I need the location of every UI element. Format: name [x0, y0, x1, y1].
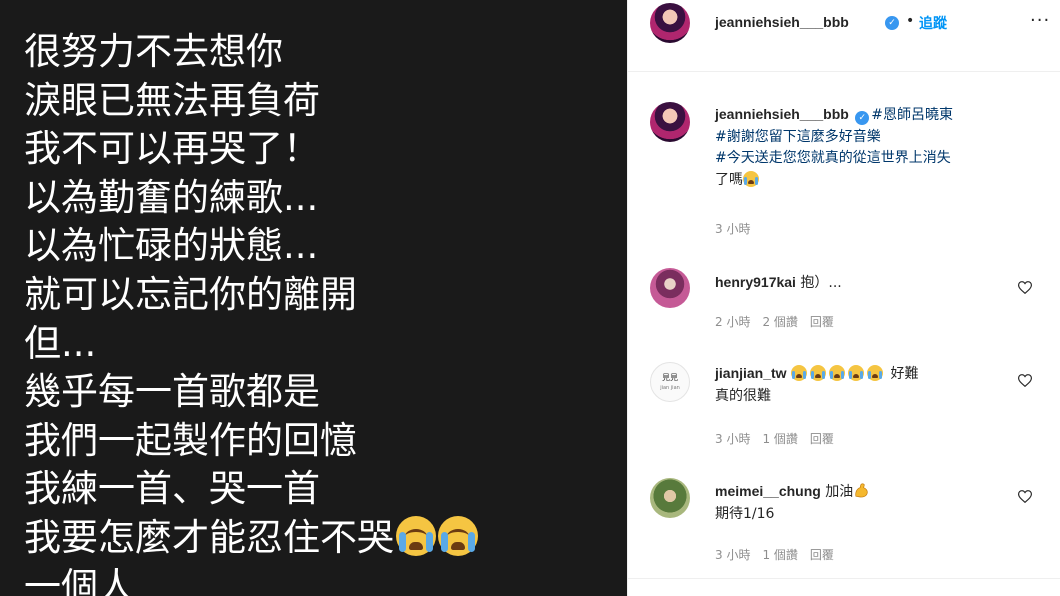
comment-body: jianjian_tw 好難 真的很難 [715, 363, 1005, 407]
heart-icon[interactable] [1018, 281, 1032, 294]
author-avatar[interactable] [650, 3, 690, 43]
comment-username[interactable]: henry917kai [715, 274, 796, 290]
action-bar-divider [628, 578, 1060, 579]
verified-badge-icon: ✓ [855, 111, 870, 125]
story-line: 我們一起製作的回憶 [24, 418, 357, 462]
story-text: 很努力不去想你 淚眼已無法再負荷 我不可以再哭了！ 以為勤奮的練歌... 以為忙… [24, 28, 478, 596]
story-line: 但... [24, 321, 97, 365]
comment-likes[interactable]: 1 個讚 [762, 548, 797, 562]
comment-text: 抱）... [800, 275, 842, 291]
comment-username[interactable]: jianjian_tw [715, 365, 787, 381]
story-line: 淚眼已無法再負荷 [24, 78, 320, 122]
comment-meta: 2 小時 2 個讚 回覆 [715, 313, 846, 330]
hashtag-link[interactable]: #謝謝您留下這麼多好音樂 [715, 129, 881, 145]
hashtag-link[interactable]: #今天送走您您就真的從這世界上消失 [715, 150, 951, 166]
comment-time[interactable]: 2 小時 [715, 315, 750, 329]
header-username[interactable]: jeanniehsieh___bbb [715, 14, 849, 30]
caption-username[interactable]: jeanniehsieh___bbb [715, 106, 849, 122]
heart-icon[interactable] [1018, 374, 1032, 387]
commenter-avatar[interactable] [650, 478, 690, 518]
story-line: 以為勤奮的練歌... [24, 175, 319, 219]
caption-text-tail: 了嗎 [715, 171, 743, 188]
loudly-crying-face-icon [829, 365, 846, 381]
loudly-crying-face-icon [438, 515, 478, 556]
comment-text: 好難 [890, 366, 919, 382]
story-line: 就可以忘記你的離開 [24, 272, 357, 316]
reply-button[interactable]: 回覆 [810, 432, 834, 446]
caption-avatar[interactable] [650, 102, 690, 142]
loudly-crying-face-icon [848, 365, 865, 381]
caption-time: 3 小時 [715, 220, 762, 237]
post-image: 很努力不去想你 淚眼已無法再負荷 我不可以再哭了！ 以為勤奮的練歌... 以為忙… [0, 0, 627, 596]
caption-timestamp[interactable]: 3 小時 [715, 222, 750, 236]
heart-icon[interactable] [1018, 490, 1032, 503]
story-line: 我要怎麼才能忍住不哭 [24, 515, 394, 559]
story-line: 我練一首、哭一首 [24, 467, 320, 511]
hashtag-link[interactable]: #恩師呂曉東 [871, 107, 953, 123]
post-header: jeanniehsieh___bbb ✓ • 追蹤 ··· [628, 0, 1060, 72]
separator-dot: • [906, 13, 915, 29]
comment-text: 期待1/16 [715, 505, 775, 522]
comment-likes[interactable]: 1 個讚 [762, 432, 797, 446]
verified-badge-icon: ✓ [885, 16, 899, 30]
comment-time[interactable]: 3 小時 [715, 548, 750, 562]
reply-button[interactable]: 回覆 [810, 548, 834, 562]
story-line: 我不可以再哭了！ [24, 127, 320, 171]
comment-likes[interactable]: 2 個讚 [762, 315, 797, 329]
loudly-crying-face-icon [791, 365, 808, 381]
story-line: 很努力不去想你 [24, 30, 283, 73]
comment-body: henry917kai 抱）... [715, 272, 1005, 295]
loudly-crying-face-icon [743, 170, 759, 187]
comment-meta: 3 小時 1 個讚 回覆 [715, 430, 846, 447]
comment-text: 真的很難 [715, 387, 771, 404]
reply-button[interactable]: 回覆 [810, 315, 834, 329]
comment-meta: 3 小時 1 個讚 回覆 [715, 546, 846, 563]
more-options-icon[interactable]: ··· [1030, 10, 1050, 31]
story-line-with-emoji: 我要怎麼才能忍住不哭 [24, 514, 478, 563]
flexed-biceps-icon [855, 483, 868, 498]
commenter-avatar[interactable] [650, 268, 690, 308]
comments-panel: jeanniehsieh___bbb ✓ • 追蹤 ··· jeanniehsi… [627, 0, 1060, 596]
commenter-avatar[interactable]: 見見 jian jian [650, 362, 690, 402]
story-line: 幾乎每一首歌都是 [24, 370, 320, 414]
loudly-crying-face-icon [810, 365, 827, 381]
loudly-crying-face-icon [867, 365, 884, 381]
comment-text: 加油 [825, 484, 854, 500]
story-line: 一個人 [24, 564, 135, 596]
comment-username[interactable]: meimei__chung [715, 483, 821, 499]
follow-button[interactable]: 追蹤 [919, 13, 947, 33]
jianjian-logo: 見見 jian jian [660, 373, 680, 391]
loudly-crying-face-icon [396, 515, 436, 556]
comment-time[interactable]: 3 小時 [715, 432, 750, 446]
story-line: 以為忙碌的狀態... [24, 224, 319, 268]
caption: jeanniehsieh___bbb ✓ #恩師呂曉東 #謝謝您留下這麼多好音樂 … [715, 104, 1045, 191]
comment-body: meimei__chung 加油 期待1/16 [715, 481, 1005, 525]
